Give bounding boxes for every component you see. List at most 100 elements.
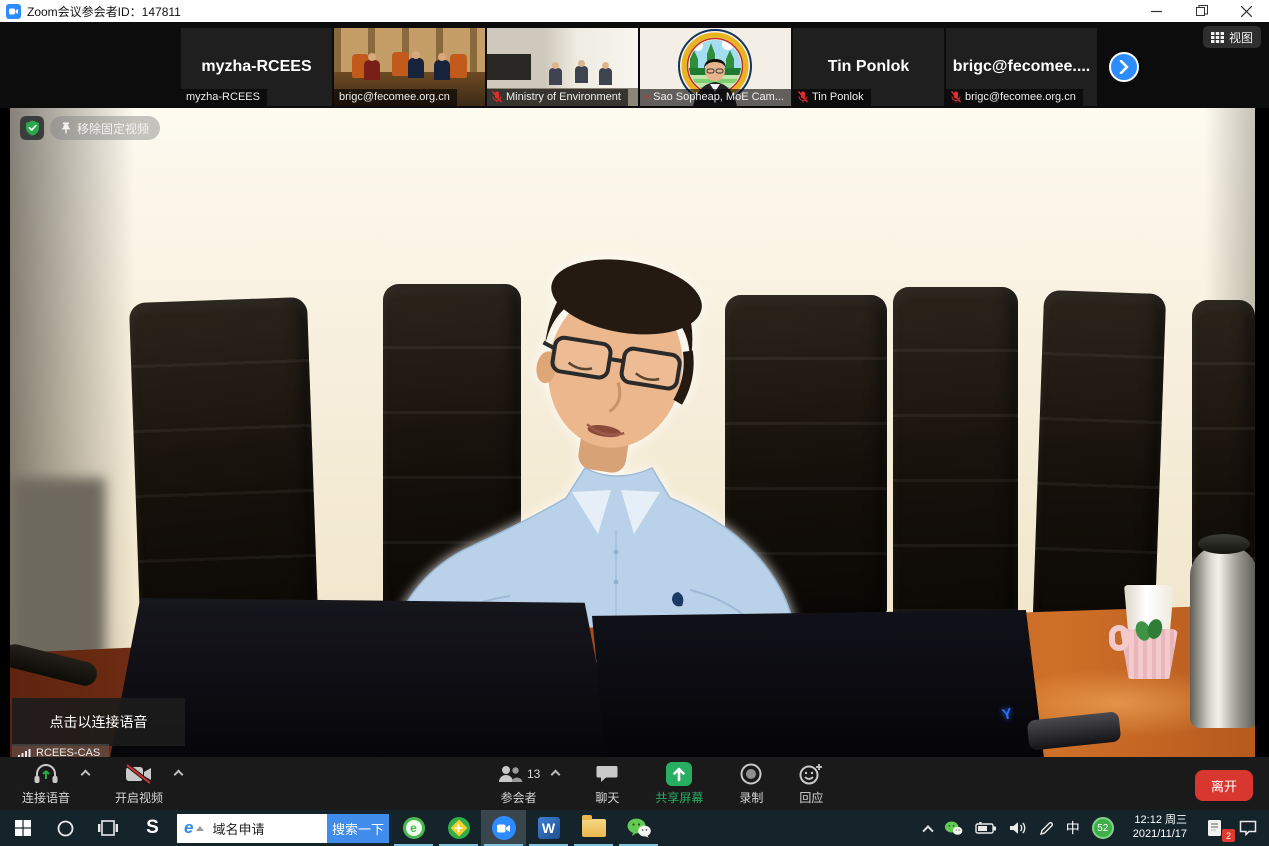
participant-name-label: brigc@fecomee.org.cn <box>334 89 457 106</box>
leave-meeting-button[interactable]: 离开 <box>1195 770 1253 801</box>
search-go-button[interactable]: 搜索一下 <box>327 814 389 843</box>
participant-name-label: myzha-RCEES <box>181 89 267 106</box>
participants-chevron[interactable] <box>551 770 561 780</box>
wechat-tray-icon <box>944 821 963 836</box>
zoom-camera-icon <box>492 816 516 840</box>
close-button[interactable] <box>1224 0 1269 22</box>
paper-cup <box>1118 585 1180 681</box>
windows-ink-button[interactable] <box>1033 810 1060 846</box>
tray-date: 2021/11/17 <box>1133 828 1187 842</box>
chevron-right-icon <box>1119 60 1129 74</box>
foreground-blur <box>10 478 105 668</box>
reactions-button[interactable]: 回应 <box>799 763 823 806</box>
record-icon <box>740 763 762 785</box>
muted-mic-icon <box>951 91 961 103</box>
restore-button[interactable] <box>1179 0 1224 22</box>
infoflow-icon: S <box>146 817 159 839</box>
taskbar-search-box[interactable]: e 域名申请 搜索一下 <box>177 814 389 843</box>
grid-view-icon <box>1211 32 1224 43</box>
thermos-kettle <box>1190 528 1255 728</box>
browser-360-icon: e <box>403 817 425 839</box>
clock[interactable]: 12:12 周三 2021/11/17 <box>1120 810 1200 846</box>
participant-tile-ministry[interactable]: Ministry of Environment <box>487 28 638 106</box>
zoom-app-icon <box>6 4 21 19</box>
participant-tile-brigc-video[interactable]: brigc@fecomee.org.cn <box>334 28 485 106</box>
audio-level-icon <box>18 748 31 758</box>
video-options-chevron[interactable] <box>174 770 184 780</box>
audio-options-chevron[interactable] <box>81 770 91 780</box>
speaker-video: Y 移除固定视频 点击以连接语音 RCEES-CA <box>10 108 1255 757</box>
remove-pin-button[interactable]: 移除固定视频 <box>50 116 160 140</box>
pin-icon <box>61 122 71 134</box>
smiley-plus-icon <box>799 763 823 785</box>
view-button[interactable]: 视图 <box>1203 26 1261 48</box>
participant-tile-tin-ponlok[interactable]: Tin Ponlok Tin Ponlok <box>793 28 944 106</box>
task-view-icon <box>98 820 118 836</box>
search-caret-icon <box>196 826 204 831</box>
browser-360-button[interactable]: e <box>391 810 436 846</box>
participant-tile-myzha[interactable]: myzha-RCEES myzha-RCEES <box>181 28 332 106</box>
start-button[interactable] <box>0 810 45 846</box>
share-screen-icon <box>665 762 693 786</box>
join-audio-button[interactable]: 连接语音 <box>22 763 70 806</box>
window-title: Zoom会议参会者ID：147811 <box>27 3 181 20</box>
notes-notification-button[interactable]: 2 <box>1200 810 1233 846</box>
volume-button[interactable] <box>1003 810 1033 846</box>
tray-wechat-button[interactable] <box>938 810 969 846</box>
participant-filmstrip: myzha-RCEES myzha-RCEES brigc@fecomee.or… <box>0 22 1269 108</box>
active-speaker-label: RCEES-CAS <box>12 744 109 757</box>
participant-name-label: Sao Sopheap, MoE Cam... <box>640 89 791 106</box>
muted-mic-icon <box>492 91 502 103</box>
participant-name-label: Ministry of Environment <box>487 89 628 106</box>
pinned-video-stage[interactable]: Y 移除固定视频 点击以连接语音 RCEES-CA <box>0 108 1269 757</box>
pen-icon <box>1039 821 1054 836</box>
muted-mic-icon <box>645 91 649 103</box>
participants-button[interactable]: 13 参会者 <box>497 763 540 806</box>
participants-count: 13 <box>527 767 540 781</box>
battery-status-button[interactable] <box>969 810 1003 846</box>
chat-button[interactable]: 聊天 <box>595 763 619 806</box>
laptop <box>110 598 615 757</box>
infoflow-app-button[interactable]: S <box>130 810 175 846</box>
speaker-icon <box>1009 821 1027 835</box>
record-button[interactable]: 录制 <box>739 763 763 806</box>
chair <box>893 287 1018 647</box>
windows-logo-icon <box>15 820 31 836</box>
camera-off-icon <box>125 764 153 784</box>
antivirus-app-button[interactable]: + <box>436 810 481 846</box>
meeting-toolbar: 连接语音 开启视频 13 参会者 <box>0 757 1269 810</box>
antivirus-icon: + <box>448 817 470 839</box>
ime-indicator[interactable]: 中 <box>1060 810 1086 846</box>
participant-tile-brigc2[interactable]: brigc@fecomee.... brigc@fecomee.org.cn <box>946 28 1097 106</box>
start-video-button[interactable]: 开启视频 <box>115 763 163 806</box>
participant-name-label: brigc@fecomee.org.cn <box>946 89 1083 106</box>
leaf-logo <box>1134 619 1164 641</box>
folder-icon <box>582 819 606 837</box>
participants-icon <box>497 764 523 784</box>
share-screen-button[interactable]: 共享屏幕 <box>655 763 703 806</box>
cortana-button[interactable] <box>45 810 85 846</box>
minimize-button[interactable] <box>1134 0 1179 22</box>
wechat-icon <box>627 818 651 838</box>
tray-expand-button[interactable] <box>918 810 938 846</box>
security-shield-icon[interactable] <box>20 116 44 140</box>
word-icon: W <box>538 817 560 839</box>
task-view-button[interactable] <box>85 810 130 846</box>
tray-time: 12:12 周三 <box>1133 814 1187 828</box>
battery-manager-button[interactable]: 52 <box>1086 810 1120 846</box>
chat-icon <box>596 764 618 784</box>
word-button[interactable]: W <box>526 810 571 846</box>
zoom-taskbar-button[interactable] <box>481 810 526 846</box>
file-explorer-button[interactable] <box>571 810 616 846</box>
laptop <box>592 610 1044 757</box>
participant-tile-sao-sopheap[interactable]: Sao Sopheap, MoE Cam... <box>640 28 791 106</box>
action-center-button[interactable] <box>1233 810 1269 846</box>
connect-audio-prompt[interactable]: 点击以连接语音 <box>12 698 185 746</box>
headphones-icon <box>33 763 59 785</box>
search-input-value: 域名申请 <box>212 819 327 838</box>
action-center-icon <box>1239 820 1257 836</box>
next-participants-button[interactable] <box>1109 52 1139 82</box>
wechat-button[interactable] <box>616 810 661 846</box>
cortana-icon <box>57 820 74 837</box>
battery-icon <box>975 822 997 835</box>
